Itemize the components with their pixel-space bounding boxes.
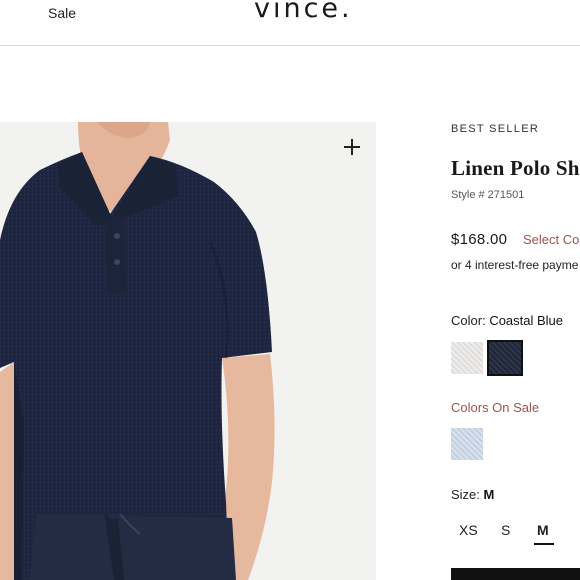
product-image[interactable]	[0, 122, 376, 580]
selected-size-value: M	[483, 487, 495, 502]
size-option-s[interactable]: S	[501, 522, 510, 538]
size-option-xs[interactable]: XS	[459, 522, 478, 538]
selected-size-underline	[534, 543, 554, 545]
size-label: Size: M	[451, 487, 494, 502]
swatch-coastal-blue[interactable]	[487, 340, 523, 376]
color-label-text: Color:	[451, 313, 486, 328]
selected-color-value: Coastal Blue	[489, 313, 564, 328]
product-price: $168.00	[451, 231, 508, 248]
color-label: Color: Coastal Blue	[451, 313, 563, 328]
vince-logo[interactable]: vince.	[254, 0, 353, 24]
select-colors-on-sale-link[interactable]: Select Co	[523, 232, 579, 247]
swatch-white[interactable]	[451, 342, 483, 374]
best-seller-badge: BEST SELLER	[451, 123, 540, 135]
style-number: Style # 271501	[451, 189, 525, 201]
nav-link-sale[interactable]: Sale	[48, 5, 76, 21]
size-label-text: Size:	[451, 487, 480, 502]
swatch-light-blue[interactable]	[451, 428, 483, 460]
product-photo-polo	[0, 122, 376, 580]
product-details: BEST SELLER Linen Polo Shi Style # 27150…	[451, 0, 580, 580]
add-to-bag-button[interactable]	[451, 568, 580, 580]
installments-text: or 4 interest-free payme	[451, 258, 579, 272]
product-title: Linen Polo Shi	[451, 156, 580, 180]
size-option-m[interactable]: M	[537, 522, 549, 538]
colors-on-sale-label: Colors On Sale	[451, 400, 540, 415]
plus-icon[interactable]	[343, 138, 361, 156]
